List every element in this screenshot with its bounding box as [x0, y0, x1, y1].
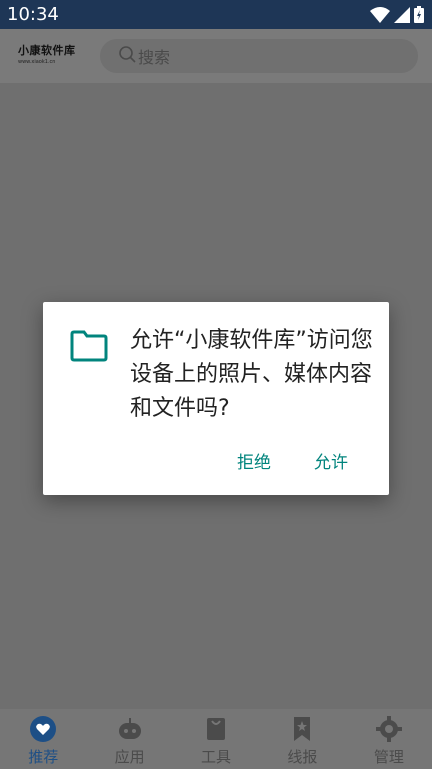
app-header: 小康软件库 www.xiaok1.cn 搜索 — [0, 29, 432, 83]
bookmark-star-icon — [288, 715, 316, 743]
nav-label-manage: 管理 — [373, 748, 404, 766]
folder-icon — [70, 330, 108, 366]
logo-subtext: www.xiaok1.cn — [18, 59, 56, 65]
heart-icon — [29, 715, 57, 743]
nav-label-deals: 线报 — [287, 748, 318, 766]
nav-item-manage[interactable]: 管理 — [346, 709, 432, 769]
nav-item-apps[interactable]: 应用 — [86, 709, 172, 769]
bottom-nav: 推荐 应用 工具 线报 管理 — [0, 709, 432, 769]
nav-label-tools: 工具 — [201, 748, 232, 766]
nav-label-recommend: 推荐 — [28, 748, 59, 766]
search-icon — [100, 45, 136, 67]
search-input[interactable]: 搜索 — [138, 44, 170, 68]
robot-icon — [116, 715, 144, 743]
logo-text: 小康软件库 — [18, 44, 76, 57]
app-logo[interactable]: 小康软件库 www.xiaok1.cn — [18, 42, 88, 70]
status-time: 10:34 — [7, 4, 59, 25]
search-box[interactable]: 搜索 — [100, 39, 418, 73]
gear-icon — [375, 715, 403, 743]
nav-item-tools[interactable]: 工具 — [173, 709, 259, 769]
status-icons — [370, 6, 424, 23]
wifi-icon — [370, 6, 390, 23]
status-bar: 10:34 — [0, 0, 432, 29]
deny-button[interactable]: 拒绝 — [237, 448, 271, 473]
nav-item-recommend[interactable]: 推荐 — [0, 709, 86, 769]
dialog-message: 允许“小康软件库”访问您设备上的照片、媒体内容和文件吗? — [130, 328, 373, 421]
allow-button[interactable]: 允许 — [314, 448, 348, 473]
signal-icon — [394, 6, 410, 23]
nav-label-apps: 应用 — [114, 748, 145, 766]
battery-icon — [414, 6, 424, 23]
nav-item-deals[interactable]: 线报 — [259, 709, 345, 769]
permission-dialog: 允许“小康软件库”访问您设备上的照片、媒体内容和文件吗? 拒绝 允许 — [43, 302, 389, 495]
bag-icon — [202, 715, 230, 743]
